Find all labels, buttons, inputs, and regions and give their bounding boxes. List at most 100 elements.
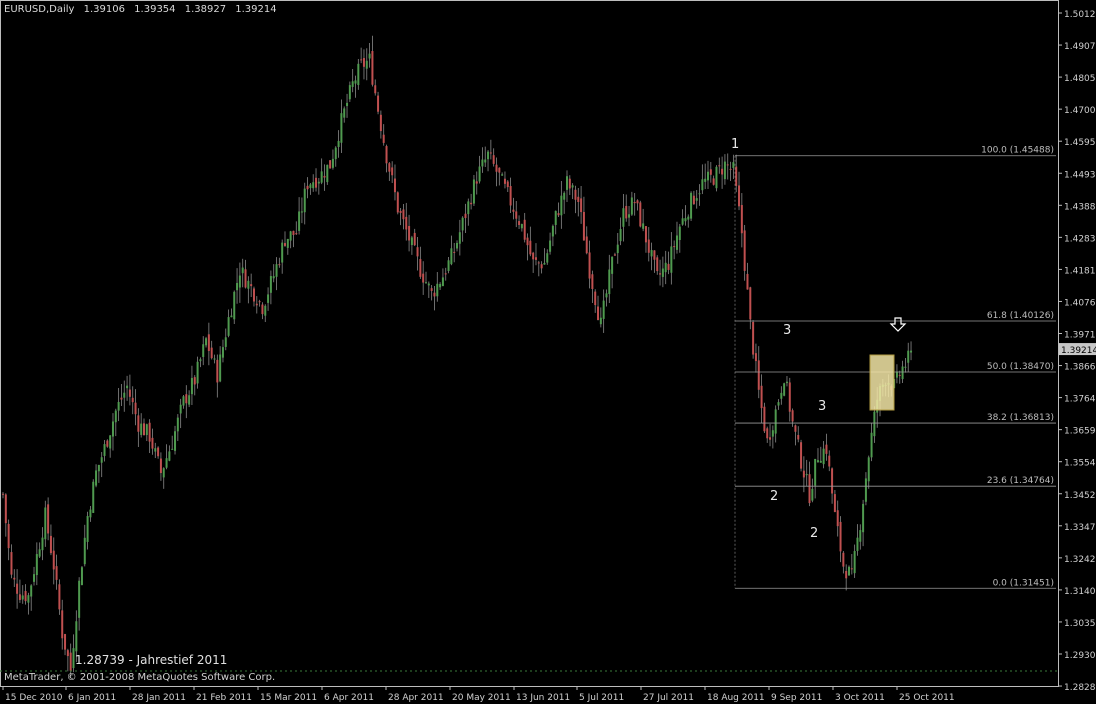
candle — [402, 204, 405, 230]
candle — [845, 564, 848, 591]
fibonacci-retracement: 100.0 (1.45488) 61.8 (1.40126) 50.0 (1.384… — [734, 146, 1056, 589]
candle-body — [210, 347, 213, 359]
candle-body — [489, 152, 492, 154]
candle-body — [754, 353, 757, 362]
candle — [2, 491, 4, 499]
candle — [143, 418, 145, 436]
candle — [97, 464, 100, 483]
price-tick-label: 1.28280 — [1064, 683, 1096, 693]
candle — [44, 500, 47, 547]
candle — [718, 157, 721, 174]
candle — [456, 240, 459, 252]
candle — [684, 205, 687, 226]
candle-body — [196, 361, 199, 384]
candle-body — [202, 344, 205, 357]
candle — [895, 364, 898, 384]
candle — [140, 413, 143, 438]
candle-body — [410, 237, 413, 246]
candle — [453, 242, 456, 263]
candle — [331, 149, 334, 170]
candle-body — [769, 437, 772, 440]
candle — [27, 592, 30, 615]
candle — [185, 385, 188, 419]
candle-body — [278, 264, 281, 266]
candle — [128, 374, 131, 406]
wave-label: 1 — [731, 137, 739, 152]
candle — [670, 232, 673, 285]
candle-body — [752, 321, 755, 355]
candle-body — [425, 282, 427, 284]
candle — [622, 194, 625, 242]
candle — [836, 500, 839, 537]
candle — [340, 99, 343, 154]
candle-body — [763, 406, 766, 432]
candle-body — [681, 218, 684, 225]
candle — [13, 569, 16, 587]
candle-body — [678, 226, 681, 241]
candle-body — [907, 350, 910, 363]
candle-body — [811, 488, 814, 501]
candle-body — [613, 254, 616, 256]
candle — [546, 249, 549, 265]
candle — [707, 160, 709, 189]
candle-body — [75, 621, 78, 652]
candle-body — [185, 394, 188, 404]
candle — [856, 524, 859, 556]
candle-body — [323, 175, 326, 178]
candle — [64, 633, 67, 656]
candle — [864, 472, 867, 506]
candle-body — [898, 374, 901, 376]
candle — [678, 223, 681, 253]
candle — [89, 506, 92, 522]
time-tick-label: 6 Jan 2011 — [68, 693, 116, 703]
candle — [264, 304, 267, 323]
candle — [157, 446, 160, 459]
candle — [145, 423, 148, 442]
candle-body — [165, 458, 168, 468]
candle — [489, 139, 492, 160]
candle-body — [757, 360, 760, 390]
candle — [743, 224, 746, 281]
candle-body — [534, 257, 537, 260]
candle — [551, 224, 554, 247]
candle-body — [540, 264, 543, 269]
candle — [464, 203, 467, 233]
candle — [898, 370, 901, 384]
candle — [585, 226, 588, 255]
candle — [399, 207, 402, 226]
candle — [374, 79, 377, 96]
candle — [557, 202, 560, 218]
candle-body — [61, 610, 64, 639]
candle-body — [656, 257, 659, 272]
candle-body — [701, 179, 704, 191]
candle-body — [436, 283, 439, 297]
candle — [193, 375, 196, 396]
candle — [591, 270, 594, 303]
candle-body — [162, 468, 165, 478]
candle — [430, 285, 433, 301]
candle — [165, 444, 168, 470]
candle — [252, 286, 255, 307]
candle — [667, 251, 670, 275]
candle-body — [13, 577, 16, 580]
candle — [365, 48, 368, 81]
price-chart[interactable]: 100.0 (1.45488) 61.8 (1.40126) 50.0 (1.384… — [0, 0, 1096, 704]
candle — [738, 171, 741, 211]
candle-body — [520, 224, 523, 229]
candle-body — [506, 181, 509, 188]
candle-body — [151, 437, 154, 449]
candle-body — [718, 165, 721, 167]
candle — [385, 144, 388, 173]
plot-frame — [0, 0, 1059, 687]
candle-body — [103, 444, 106, 456]
down-arrow-shape — [889, 317, 907, 332]
price-tick-label: 1.36590 — [1064, 427, 1096, 437]
candle — [566, 170, 568, 202]
candle-body — [78, 580, 81, 618]
candle — [577, 188, 580, 217]
candle-body — [566, 176, 568, 190]
candle-body — [709, 169, 712, 175]
candle — [24, 584, 27, 605]
candle-body — [176, 417, 179, 432]
candle-body — [362, 58, 365, 67]
